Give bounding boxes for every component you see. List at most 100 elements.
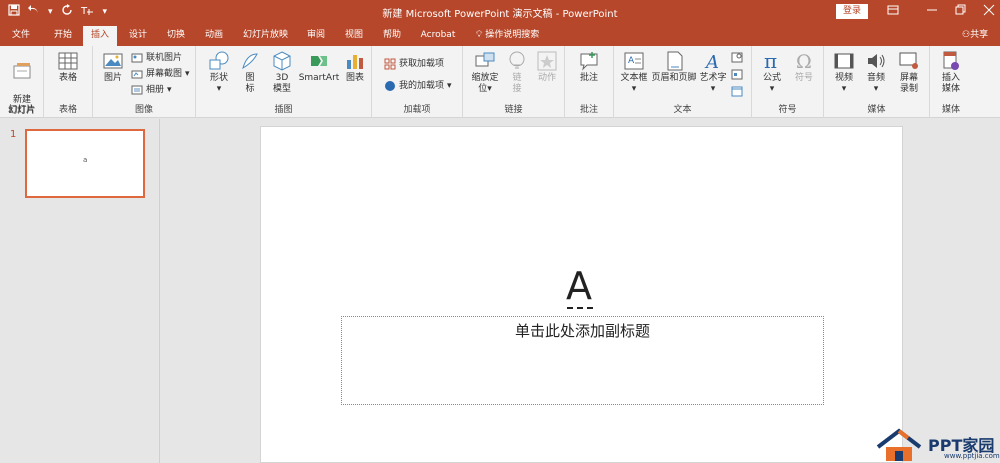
icons-label-line1: 图 xyxy=(245,73,255,83)
screenshot-label: 屏幕截图 xyxy=(146,69,183,79)
my-addins-label: 我的加载项 xyxy=(399,81,445,91)
comment-icon xyxy=(580,52,598,71)
group-label-illustrations: 插图 xyxy=(274,105,293,115)
ribbon-display-icon[interactable] xyxy=(887,4,899,19)
date-time-icon[interactable] xyxy=(731,51,743,66)
picture-button[interactable]: 图片 xyxy=(99,50,127,84)
ribbon: 新建 幻灯片 幻灯片 表格 表格 图片 联机图片 屏幕截图▾ 相册▾ 图像 xyxy=(0,46,1000,118)
chevron-down-icon: ▾ xyxy=(216,84,222,94)
tab-file[interactable]: 文件 xyxy=(10,28,32,46)
group-label-symbols: 符号 xyxy=(778,105,797,115)
share-label: 共享 xyxy=(970,30,989,40)
group-label-text: 文本 xyxy=(673,105,692,115)
person-icon: ⚇ xyxy=(962,30,971,40)
shapes-button[interactable]: 形状 ▾ xyxy=(204,50,234,95)
new-slide-icon xyxy=(13,63,31,79)
link-button[interactable]: 链接 xyxy=(505,50,529,95)
svg-text:A: A xyxy=(628,56,635,66)
cube-icon xyxy=(273,51,291,71)
shapes-label: 形状 xyxy=(209,73,228,83)
pi-icon: π xyxy=(764,50,777,72)
tab-view[interactable]: 视图 xyxy=(343,28,365,46)
group-slides: 新建 幻灯片 幻灯片 xyxy=(0,46,44,118)
slide-thumbnail[interactable]: a xyxy=(25,129,145,198)
comment-button[interactable]: 批注 xyxy=(575,50,603,84)
screen-recording-label-line2: 录制 xyxy=(899,84,918,94)
online-pictures-button[interactable]: 联机图片 xyxy=(131,52,182,64)
screen-recording-label-line1: 屏幕 xyxy=(899,73,918,83)
tell-me-label: 操作说明搜索 xyxy=(485,30,540,40)
minimize-icon[interactable] xyxy=(926,4,938,19)
watermark-logo: PPT家园 www.pptjia.com xyxy=(874,427,1000,463)
close-icon[interactable] xyxy=(983,4,995,19)
subtitle-placeholder[interactable]: 单击此处添加副标题 xyxy=(341,316,824,405)
share-button[interactable]: ⚇共享 xyxy=(962,28,988,42)
link-label-line1: 链 xyxy=(512,73,522,83)
tell-me-search[interactable]: 💡︎ 操作说明搜索 xyxy=(476,28,539,42)
text-cursor-underline xyxy=(567,307,593,309)
group-label-links: 链接 xyxy=(504,105,523,115)
svg-text:Ω: Ω xyxy=(796,51,812,72)
insert-media-button[interactable]: 插入 媒体 xyxy=(936,50,966,95)
chevron-down-icon: ▾ xyxy=(873,84,879,94)
online-picture-icon xyxy=(131,52,143,64)
film-icon xyxy=(834,53,854,69)
login-button[interactable]: 登录 xyxy=(836,4,868,19)
tab-acrobat[interactable]: Acrobat xyxy=(418,28,458,46)
symbol-button[interactable]: Ω 符号 xyxy=(790,50,818,84)
insert-media-label-line2: 媒体 xyxy=(941,84,960,94)
icons-icon xyxy=(242,53,258,70)
link-label-line2: 接 xyxy=(512,84,522,94)
group-label-comments: 批注 xyxy=(579,105,598,115)
slide-title-text[interactable]: A xyxy=(566,267,592,305)
icons-label-line2: 标 xyxy=(245,84,255,94)
svg-text:π: π xyxy=(764,50,777,72)
tab-review[interactable]: 审阅 xyxy=(305,28,327,46)
restore-icon[interactable] xyxy=(955,4,967,19)
tab-slideshow[interactable]: 幻灯片放映 xyxy=(242,28,289,46)
header-footer-button[interactable]: 页眉和页脚 xyxy=(650,50,698,84)
tab-home[interactable]: 开始 xyxy=(52,28,74,46)
3d-models-label-line2: 模型 xyxy=(272,84,291,94)
group-comments: 批注 批注 xyxy=(565,46,614,118)
textbox-button[interactable]: A 文本框 ▾ xyxy=(618,50,650,95)
wordart-button[interactable]: A 艺术字 ▾ xyxy=(698,50,728,95)
action-button[interactable]: 动作 xyxy=(533,50,561,84)
screenshot-button[interactable]: 屏幕截图 ▾ xyxy=(131,68,190,80)
tab-design[interactable]: 设计 xyxy=(127,28,149,46)
group-text: A 文本框 ▾ 页眉和页脚 A 艺术字 ▾ 文本 xyxy=(614,46,752,118)
screenshot-icon xyxy=(131,68,143,80)
tab-animations[interactable]: 动画 xyxy=(203,28,225,46)
equation-button[interactable]: π 公式 ▾ xyxy=(758,50,786,95)
tab-insert[interactable]: 插入 xyxy=(83,26,117,46)
slide-thumbnails-pane: 1 a xyxy=(0,119,160,463)
link-icon xyxy=(509,51,525,69)
chart-button[interactable]: 图表 xyxy=(342,50,368,84)
photo-album-button[interactable]: 相册 ▾ xyxy=(131,84,172,96)
icons-button[interactable]: 图标 xyxy=(238,50,262,95)
group-label-addins: 加载项 xyxy=(403,105,431,115)
group-label-media-insert: 媒体 xyxy=(941,105,960,115)
audio-button[interactable]: 音频 ▾ xyxy=(862,50,890,95)
slide-number-icon[interactable] xyxy=(731,68,743,83)
table-button[interactable]: 表格 xyxy=(52,50,84,84)
video-button[interactable]: 视频 ▾ xyxy=(830,50,858,95)
tab-transitions[interactable]: 切换 xyxy=(165,28,187,46)
tab-help[interactable]: 帮助 xyxy=(381,28,403,46)
store-icon xyxy=(384,58,396,70)
3d-models-button[interactable]: 3D 模型 xyxy=(268,50,296,95)
zoom-button[interactable]: 缩放定 位▾ xyxy=(467,50,503,95)
smartart-button[interactable]: SmartArt xyxy=(298,50,340,84)
wordart-label: 艺术字 xyxy=(699,73,727,83)
object-icon[interactable] xyxy=(731,85,743,100)
title-bar: ▾ T ▾ 新建 Microsoft PowerPoint 演示文稿 - Pow… xyxy=(0,0,1000,24)
get-addins-button[interactable]: 获取加载项 xyxy=(384,58,444,70)
picture-icon xyxy=(103,53,123,69)
slide-canvas[interactable]: A 单击此处添加副标题 xyxy=(260,126,903,463)
ribbon-tabs: 文件 开始 插入 设计 切换 动画 幻灯片放映 审阅 视图 帮助 Acrobat… xyxy=(0,24,1000,46)
group-label-slides: 幻灯片 xyxy=(7,105,35,115)
shapes-icon xyxy=(209,51,229,70)
my-addins-button[interactable]: 我的加载项 ▾ xyxy=(384,80,452,92)
screen-recording-button[interactable]: 屏幕 录制 xyxy=(894,50,924,95)
group-images: 图片 联机图片 屏幕截图 ▾ 相册 ▾ 图像 xyxy=(93,46,196,118)
